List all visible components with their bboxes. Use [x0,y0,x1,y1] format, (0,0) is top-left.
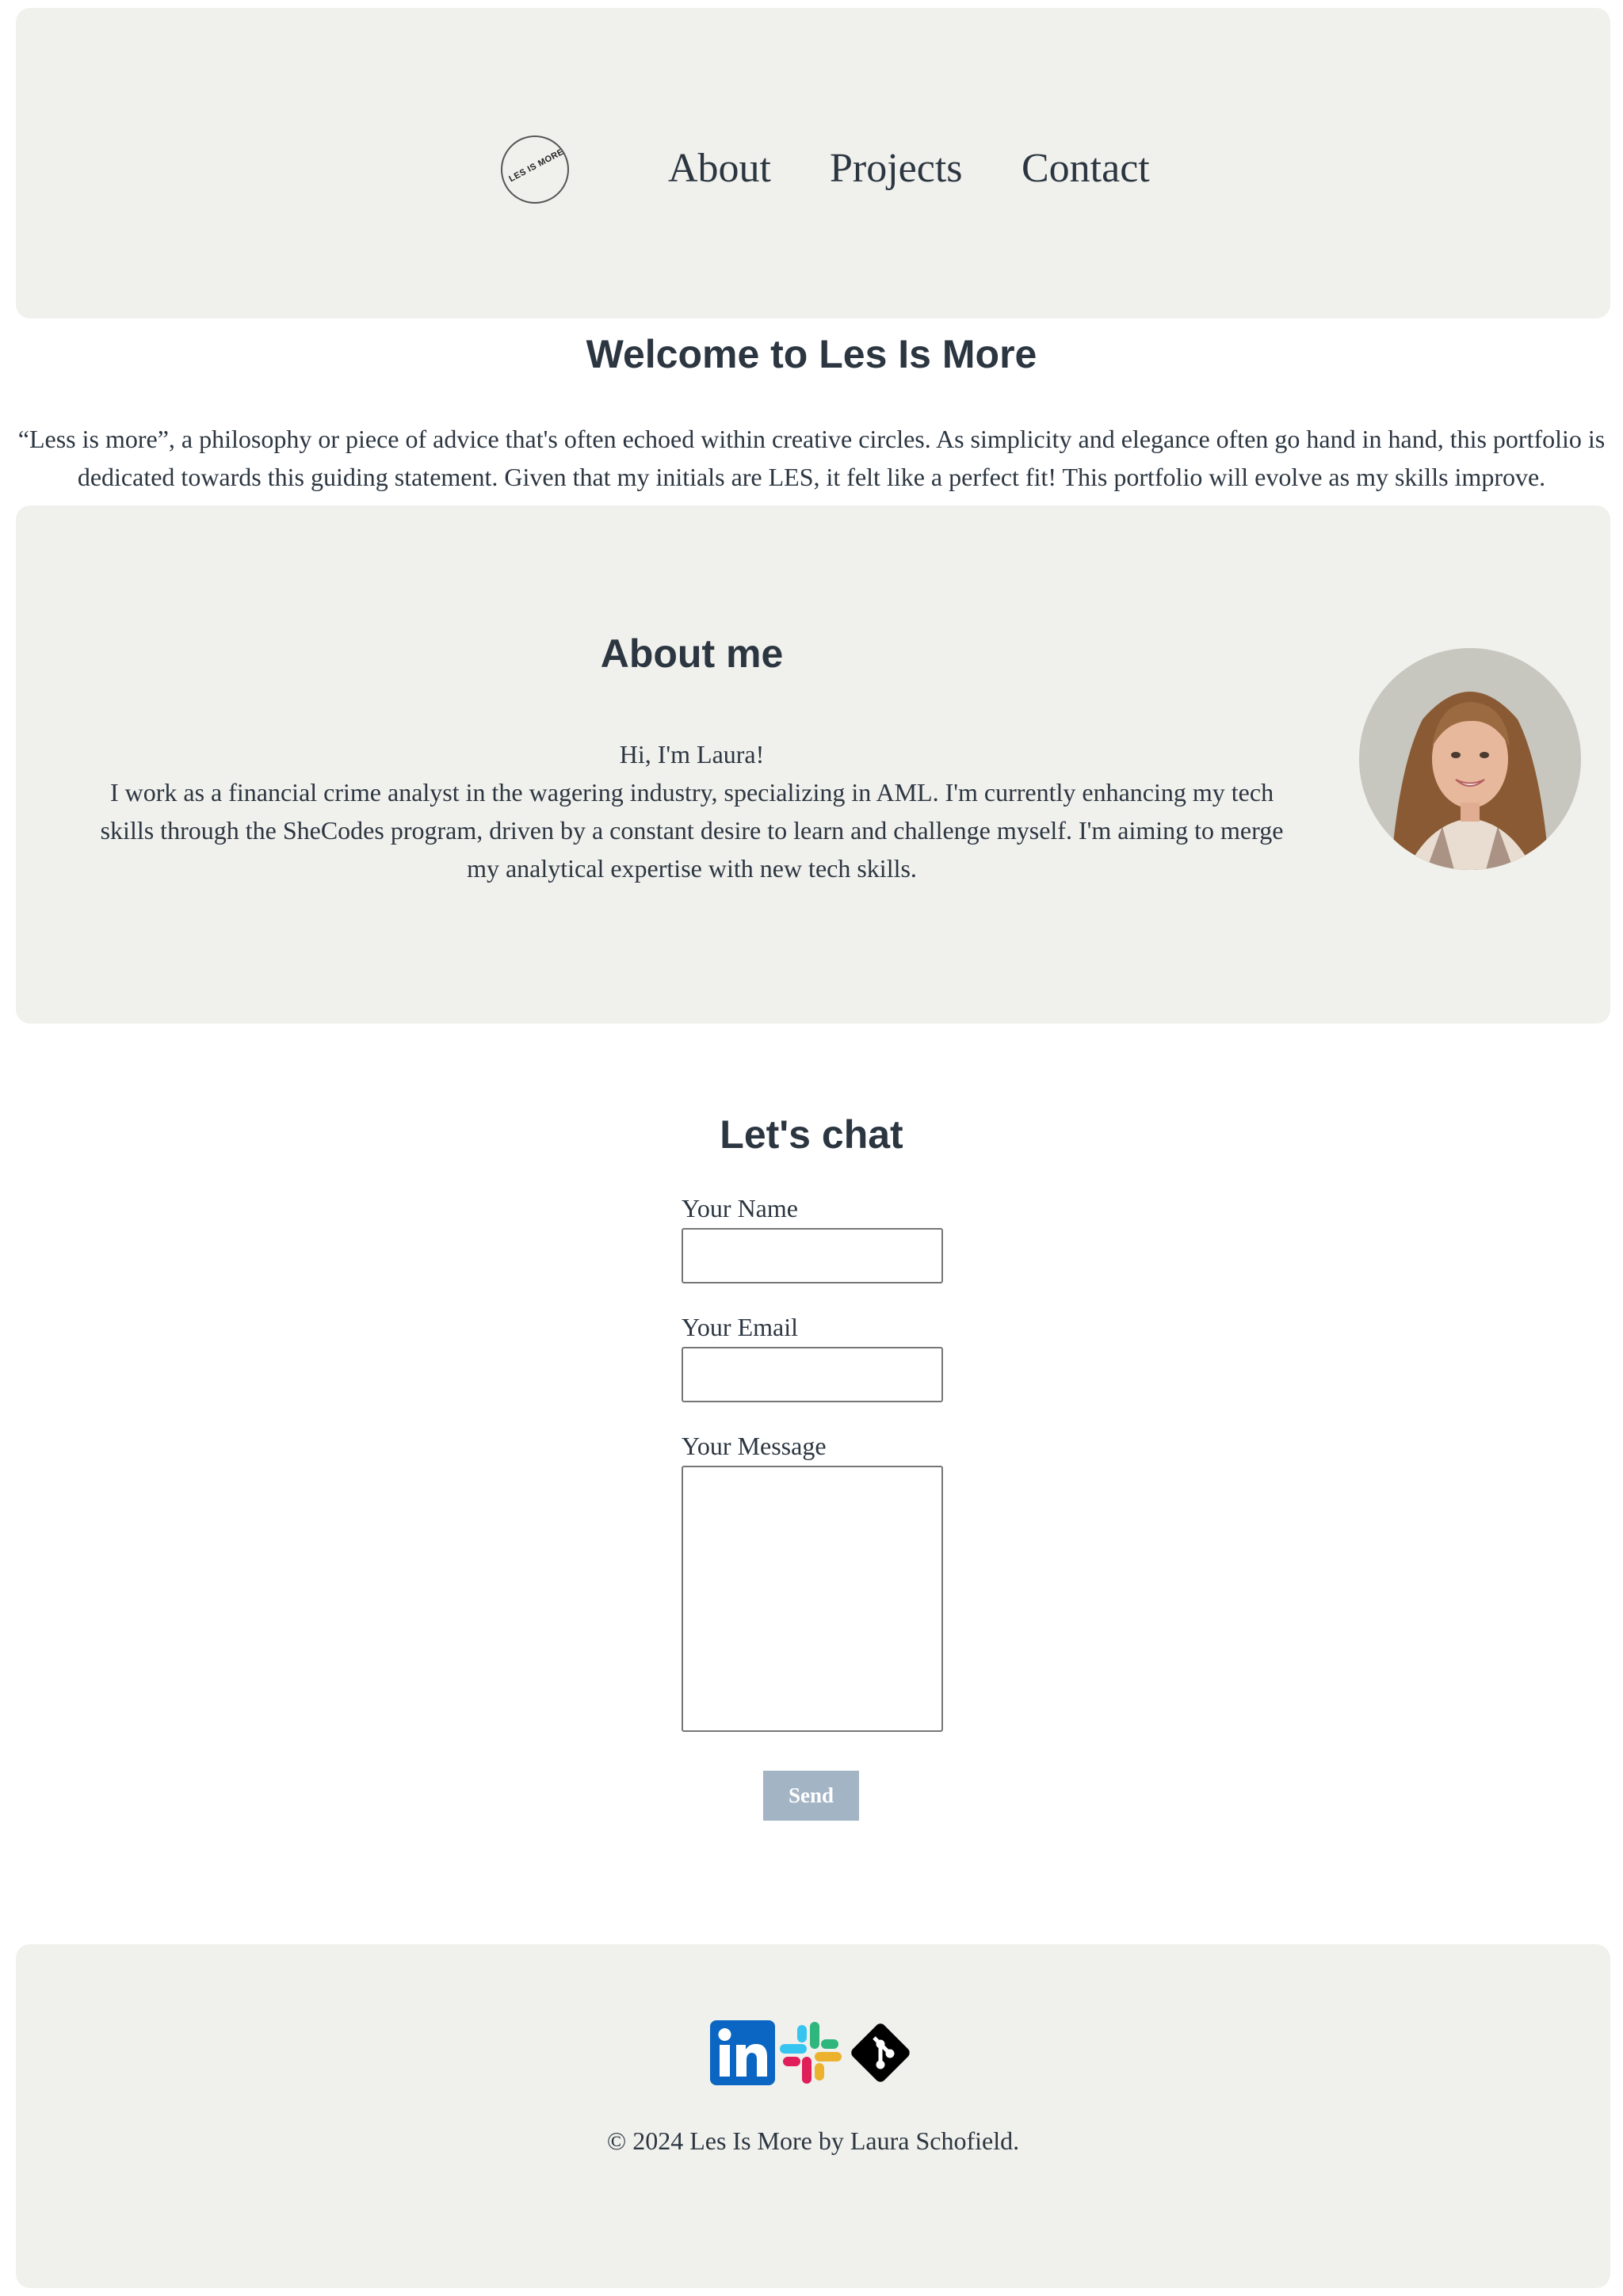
message-textarea[interactable] [682,1466,943,1732]
about-description: I work as a financial crime analyst in t… [100,778,1284,883]
email-input[interactable] [682,1347,943,1402]
send-button[interactable]: Send [763,1771,859,1821]
name-input[interactable] [682,1228,943,1283]
message-label: Your Message [682,1432,827,1460]
intro-paragraph: “Less is more”, a philosophy or piece of… [17,425,1606,491]
about-section: About me Hi, I'm Laura! I work as a fina… [16,505,1610,1024]
logo[interactable]: LES IS MORE [501,135,569,204]
linkedin-icon[interactable] [710,2020,775,2085]
welcome-title: Welcome to Les Is More [586,332,1037,376]
profile-photo [1359,648,1581,870]
site-header: LES IS MORE About Projects Contact [16,8,1610,318]
copyright-text: © 2024 Les Is More by Laura Schofield. [606,2126,1020,2155]
site-footer: © 2024 Les Is More by Laura Schofield. [16,1944,1610,2288]
logo-text: LES IS MORE [507,147,566,185]
about-greeting: Hi, I'm Laura! [619,740,765,769]
name-label: Your Name [682,1194,798,1222]
nav-link-about[interactable]: About [668,141,771,196]
git-icon[interactable] [848,2020,913,2085]
about-body: Hi, I'm Laura! I work as a financial cri… [95,735,1289,887]
nav-link-contact[interactable]: Contact [1022,141,1150,196]
avatar [1359,648,1581,870]
chat-title: Let's chat [720,1112,903,1157]
nav-link-projects[interactable]: Projects [830,141,963,196]
email-label: Your Email [682,1313,798,1341]
about-title: About me [600,631,784,676]
slack-icon[interactable] [778,2020,843,2085]
